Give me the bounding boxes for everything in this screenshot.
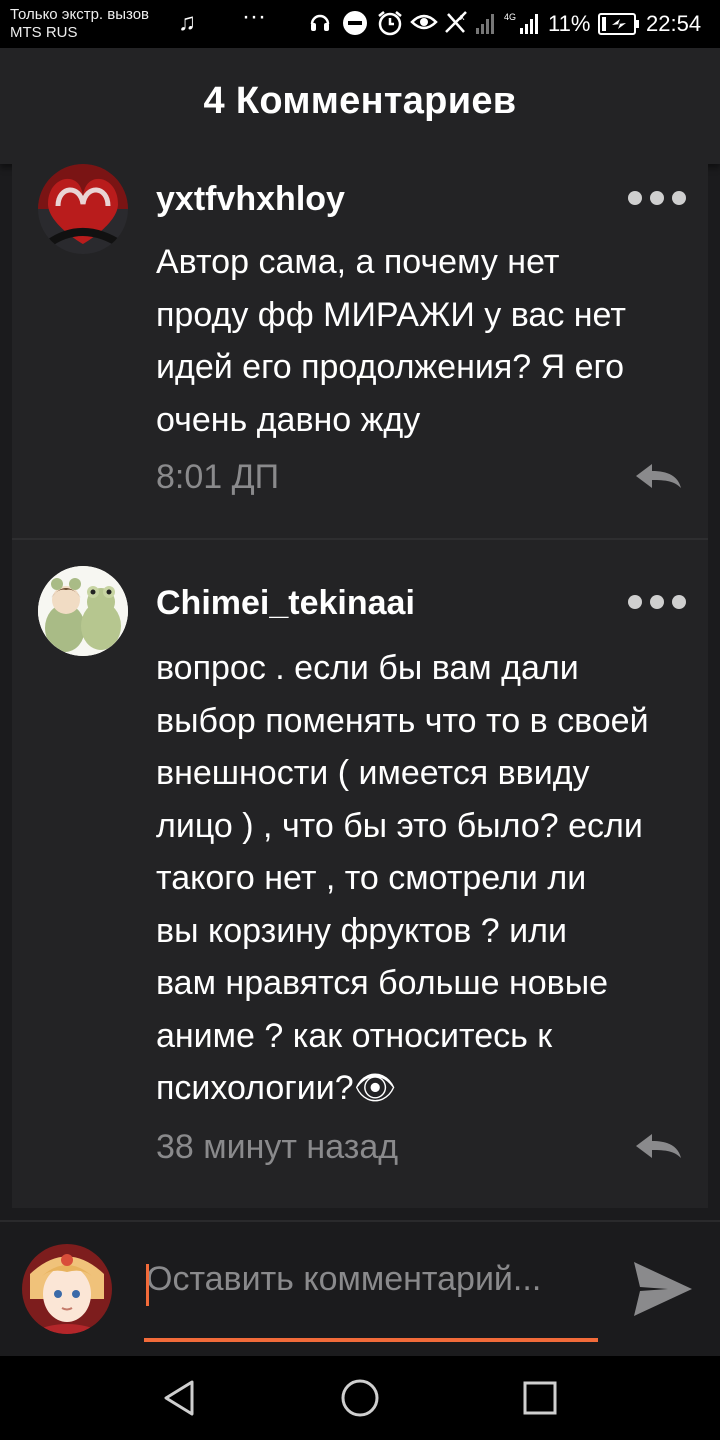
more-notifications-icon: ··· (242, 3, 266, 30)
carrier-line-2: MTS RUS (10, 24, 78, 41)
comment-line: выбор поменять что то в своей (156, 701, 649, 740)
page-title: 4 Комментариев (203, 80, 517, 122)
comment-line: аниме ? как относитесь к (156, 1016, 553, 1055)
comment-line: лицо ) , что бы это было? если (156, 806, 643, 845)
comment-line: вам нравятся больше новые (156, 964, 609, 1002)
avatar[interactable] (38, 164, 128, 254)
clock: 22:54 (646, 11, 702, 36)
current-user-avatar[interactable] (22, 1244, 112, 1334)
carrier-info: Только экстр. вызов MTS RUS (10, 6, 149, 42)
send-icon[interactable] (632, 1260, 694, 1318)
comment-timestamp: 8:01 ДП (156, 458, 280, 496)
headphones-icon (308, 10, 332, 40)
header: 4 Комментариев (0, 48, 720, 164)
more-options-icon[interactable] (628, 592, 686, 612)
comment-line: очень давно жду (156, 400, 421, 439)
comment-line: вопрос . если бы вам дали (156, 649, 579, 687)
comment-line: внешности ( имеется ввиду (156, 754, 590, 792)
comment-body: Автор сама, а почему нет проду фф МИРАЖИ… (156, 236, 696, 446)
comment-line: такого нет , то смотрели ли (156, 859, 587, 897)
svg-text:x: x (460, 12, 465, 22)
more-options-icon[interactable] (628, 188, 686, 208)
status-bar: Только экстр. вызов MTS RUS ♫ ··· x 4G 1… (0, 0, 720, 48)
back-icon[interactable] (158, 1376, 202, 1420)
signal-4g-icon: 4G (504, 10, 544, 42)
comment-line: проду фф МИРАЖИ у вас нет (156, 295, 626, 334)
comment-line: вы корзину фруктов ? или (156, 911, 567, 950)
network-type-label: 4G (504, 12, 516, 22)
no-sim-icon: x (442, 10, 470, 42)
comment-input[interactable]: Оставить комментарий... (146, 1260, 598, 1304)
do-not-disturb-icon (342, 10, 368, 42)
comment-card: Chimei_tekinaai вопрос . если бы вам дал… (12, 540, 708, 1208)
alarm-icon (376, 10, 404, 42)
comment-card: yxtfvhxhloy Автор сама, а почему нет про… (12, 164, 708, 538)
reply-icon[interactable] (634, 462, 682, 492)
music-note-icon: ♫ (178, 9, 196, 36)
navigation-bar (0, 1356, 720, 1440)
input-underline (144, 1338, 598, 1342)
carrier-line-1: Только экстр. вызов (10, 6, 150, 23)
comment-username[interactable]: Chimei_tekinaai (156, 584, 415, 623)
home-icon[interactable] (338, 1376, 382, 1420)
comment-line: идей его продолжения? Я его (156, 348, 625, 386)
comment-body: вопрос . если бы вам дали выбор поменять… (156, 642, 696, 1115)
signal-sim1-icon (472, 10, 498, 42)
comment-username[interactable]: yxtfvhxhloy (156, 180, 345, 219)
avatar[interactable] (38, 566, 128, 656)
recent-apps-icon[interactable] (518, 1376, 562, 1420)
comment-line: психологии?👁 (156, 1069, 397, 1107)
battery-charging-icon (598, 12, 640, 42)
battery-percent: 11% (548, 11, 591, 36)
comment-composer: Оставить комментарий... (0, 1220, 720, 1358)
eye-comfort-icon (410, 10, 438, 40)
reply-icon[interactable] (634, 1132, 682, 1162)
comment-line: Автор сама, а почему нет (156, 243, 560, 281)
comment-timestamp: 38 минут назад (156, 1128, 399, 1166)
text-caret (146, 1264, 149, 1306)
